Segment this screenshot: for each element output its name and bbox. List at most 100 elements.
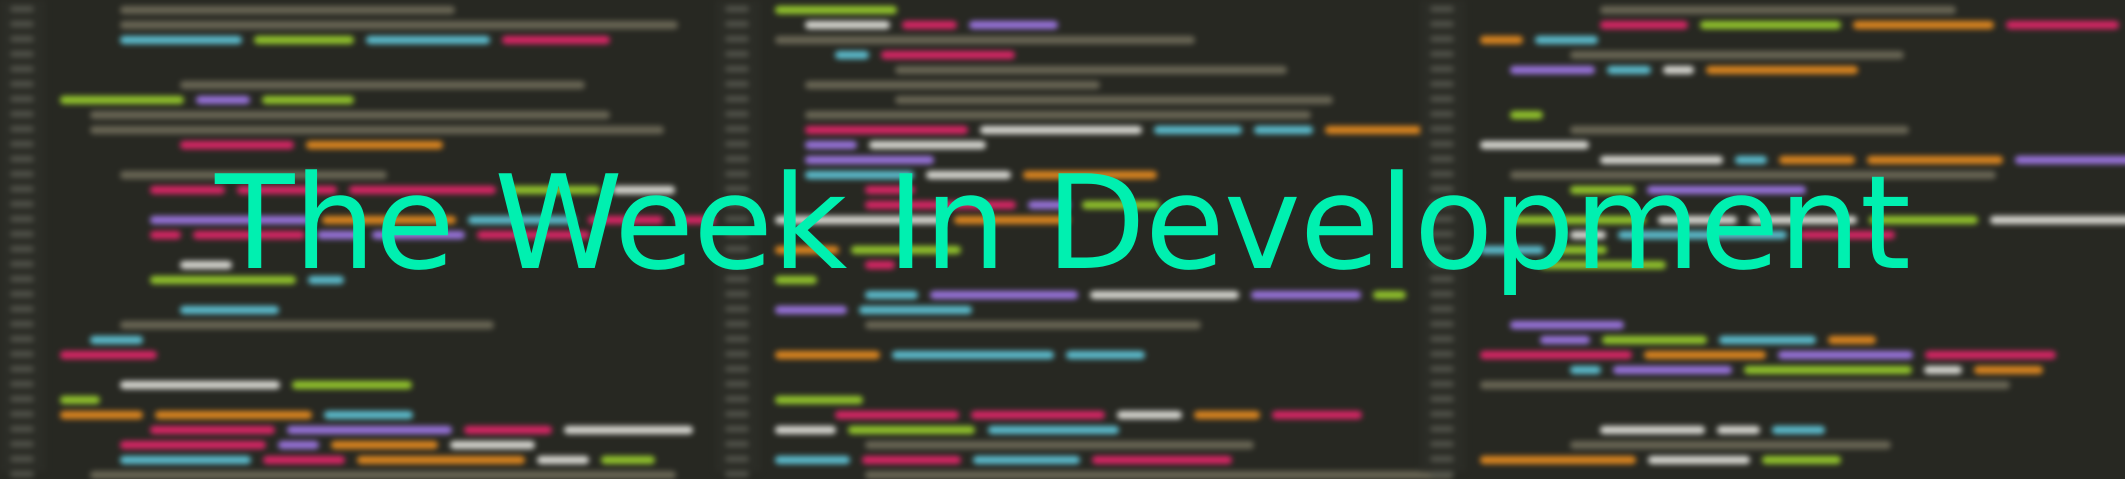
code-token [90, 126, 665, 134]
line-number [725, 366, 749, 372]
code-token [805, 126, 968, 134]
code-token [330, 441, 439, 449]
code-token [805, 21, 891, 29]
line-number [725, 351, 749, 357]
code-token [1480, 381, 2010, 389]
line-number [10, 366, 34, 372]
line-number [1430, 51, 1454, 57]
line-number [1430, 21, 1454, 27]
code-token [848, 426, 976, 434]
line-number [725, 381, 749, 387]
code-token [1925, 351, 2057, 359]
line-number [10, 141, 34, 147]
code-token [865, 471, 1454, 479]
line-number [725, 66, 749, 72]
code-token [1706, 66, 1859, 74]
code-token [90, 471, 676, 479]
code-token [1271, 411, 1363, 419]
code-token [1718, 336, 1817, 344]
code-token [861, 456, 962, 464]
code-token [196, 96, 250, 104]
line-number [725, 441, 749, 447]
line-number [725, 426, 749, 432]
code-token [263, 456, 345, 464]
code-token [1253, 126, 1314, 134]
code-token [775, 306, 847, 314]
line-number [725, 396, 749, 402]
code-token [1092, 456, 1233, 464]
line-number [725, 321, 749, 327]
code-token [356, 456, 526, 464]
line-number [725, 51, 749, 57]
code-token [775, 351, 880, 359]
line-number [1430, 441, 1454, 447]
line-number [10, 111, 34, 117]
line-number [10, 396, 34, 402]
code-token [775, 6, 898, 14]
line-number [1430, 426, 1454, 432]
line-number [1430, 36, 1454, 42]
code-token [1600, 426, 1705, 434]
code-token [180, 81, 586, 89]
code-token [1828, 336, 1876, 344]
line-number [10, 66, 34, 72]
line-number [725, 6, 749, 12]
code-token [973, 456, 1081, 464]
code-token [600, 456, 655, 464]
code-token [60, 396, 100, 404]
code-token [120, 21, 678, 29]
code-token [1116, 411, 1182, 419]
line-number [725, 126, 749, 132]
code-token [501, 36, 611, 44]
code-token [90, 336, 144, 344]
code-token [154, 411, 312, 419]
line-number [10, 351, 34, 357]
line-number [10, 6, 34, 12]
line-number [10, 81, 34, 87]
code-token [120, 381, 281, 389]
code-token [60, 351, 157, 359]
code-token [969, 21, 1058, 29]
line-number [725, 111, 749, 117]
code-token [1480, 36, 1523, 44]
line-number [725, 21, 749, 27]
line-number [725, 411, 749, 417]
line-number [1430, 306, 1454, 312]
code-token [2006, 21, 2119, 29]
line-number [10, 321, 34, 327]
line-number [10, 426, 34, 432]
code-token [865, 321, 1201, 329]
code-token [1570, 366, 1601, 374]
code-token [1716, 426, 1761, 434]
code-token [1973, 366, 2043, 374]
line-number [10, 381, 34, 387]
line-number [10, 126, 34, 132]
line-number [1430, 411, 1454, 417]
code-token [1480, 351, 1633, 359]
line-number [10, 21, 34, 27]
line-number [725, 306, 749, 312]
code-token [1607, 66, 1651, 74]
code-token [1602, 336, 1707, 344]
code-token [895, 96, 1333, 104]
code-token [1065, 351, 1145, 359]
code-token [1540, 336, 1591, 344]
code-token [1662, 66, 1695, 74]
code-token [1570, 51, 1905, 59]
code-token [880, 51, 1015, 59]
code-token [1600, 21, 1688, 29]
code-token [120, 321, 495, 329]
code-token [1648, 456, 1751, 464]
code-token [805, 111, 1312, 119]
code-token [60, 411, 143, 419]
code-token [1778, 351, 1914, 359]
line-number [10, 51, 34, 57]
code-token [979, 126, 1143, 134]
line-number [10, 411, 34, 417]
code-token [450, 441, 536, 449]
code-token [902, 21, 958, 29]
code-token [1852, 21, 1995, 29]
code-token [60, 96, 185, 104]
code-token [891, 351, 1054, 359]
line-number [1430, 396, 1454, 402]
